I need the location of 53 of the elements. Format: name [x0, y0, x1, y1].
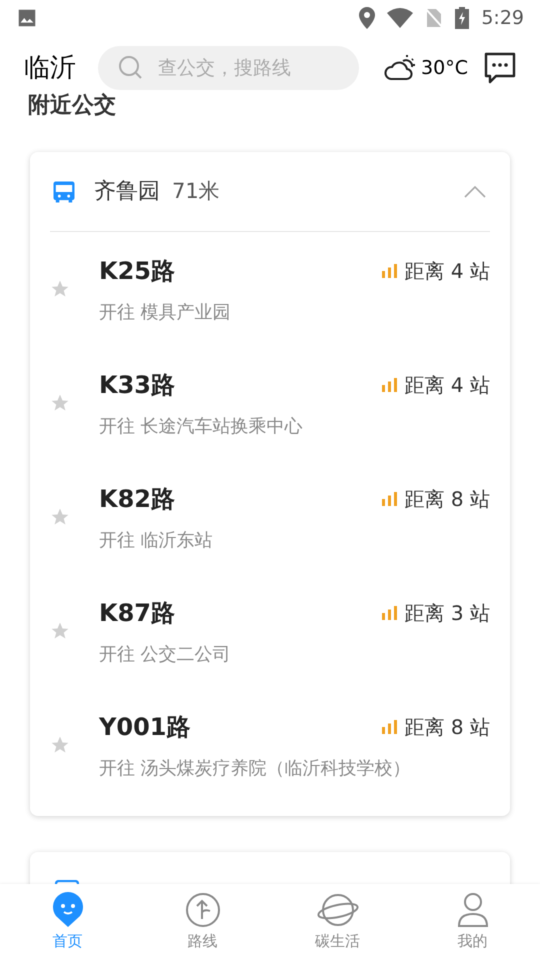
signal-bars-icon — [382, 378, 397, 392]
section-title: 附近公交 — [28, 92, 117, 120]
battery-charging-icon — [455, 7, 470, 29]
status-time: 5:29 — [481, 6, 524, 31]
star-icon[interactable] — [50, 279, 70, 299]
route-direction: 开往 长途汽车站换乘中心 — [99, 414, 304, 438]
stations-away: 距离 8 站 — [404, 714, 490, 740]
stop-header[interactable]: 齐鲁园 71米 — [50, 152, 490, 232]
stations-away: 距离 4 站 — [404, 258, 490, 284]
signal-bars-icon — [382, 606, 397, 620]
route-row[interactable]: K25路 距离 4 站 开往 模具产业园 — [30, 232, 510, 346]
signal-bars-icon — [382, 720, 397, 734]
stations-away: 距离 4 站 — [404, 372, 490, 398]
no-sim-icon — [425, 7, 444, 29]
route-name: K82路 — [99, 484, 175, 514]
stations-away: 距离 3 站 — [404, 600, 490, 626]
stop-name: 齐鲁园 — [94, 178, 160, 206]
message-icon[interactable] — [484, 52, 516, 84]
route-row[interactable]: Y001路 距离 8 站 开往 汤头煤炭疗养院（临沂科技学校） — [30, 688, 510, 802]
nav-tab[interactable]: 碳生活 — [270, 884, 405, 960]
city-name[interactable]: 临沂 — [24, 48, 76, 88]
star-icon[interactable] — [50, 735, 70, 755]
route-direction: 开往 模具产业园 — [99, 300, 232, 324]
star-icon[interactable] — [50, 621, 70, 641]
route-name: K87路 — [99, 598, 175, 628]
route-row[interactable]: K82路 距离 8 站 开往 临沂东站 — [30, 460, 510, 574]
person-icon — [456, 892, 488, 928]
nav-tab[interactable]: 路线 — [135, 884, 270, 960]
route-direction: 开往 公交二公司 — [99, 642, 232, 666]
search-field[interactable]: 查公交，搜路线 — [98, 46, 360, 90]
route-name: K33路 — [99, 370, 175, 400]
star-icon[interactable] — [50, 507, 70, 527]
route-row[interactable]: K33路 距离 4 站 开往 长途汽车站换乘中心 — [30, 346, 510, 460]
image-icon — [16, 7, 38, 29]
planet-icon — [316, 892, 360, 928]
route-icon — [184, 892, 220, 928]
stop-distance: 71米 — [172, 178, 220, 205]
route-name: Y001路 — [99, 712, 190, 742]
route-row[interactable]: K87路 距离 3 站 开往 公交二公司 — [30, 574, 510, 688]
route-name: K25路 — [99, 256, 175, 286]
temperature: 30°C — [421, 56, 468, 81]
location-icon — [359, 7, 376, 29]
star-icon[interactable] — [50, 393, 70, 413]
search-icon — [118, 55, 144, 81]
weather-icon — [383, 53, 418, 83]
route-direction: 开往 临沂东站 — [99, 528, 214, 552]
smiley-pin-icon — [50, 892, 84, 928]
signal-bars-icon — [382, 264, 397, 278]
nav-tab[interactable]: 我的 — [405, 884, 540, 960]
wifi-icon — [387, 8, 414, 28]
signal-bars-icon — [382, 492, 397, 506]
stations-away: 距离 8 站 — [404, 486, 490, 512]
route-direction: 开往 汤头煤炭疗养院（临沂科技学校） — [99, 756, 412, 780]
